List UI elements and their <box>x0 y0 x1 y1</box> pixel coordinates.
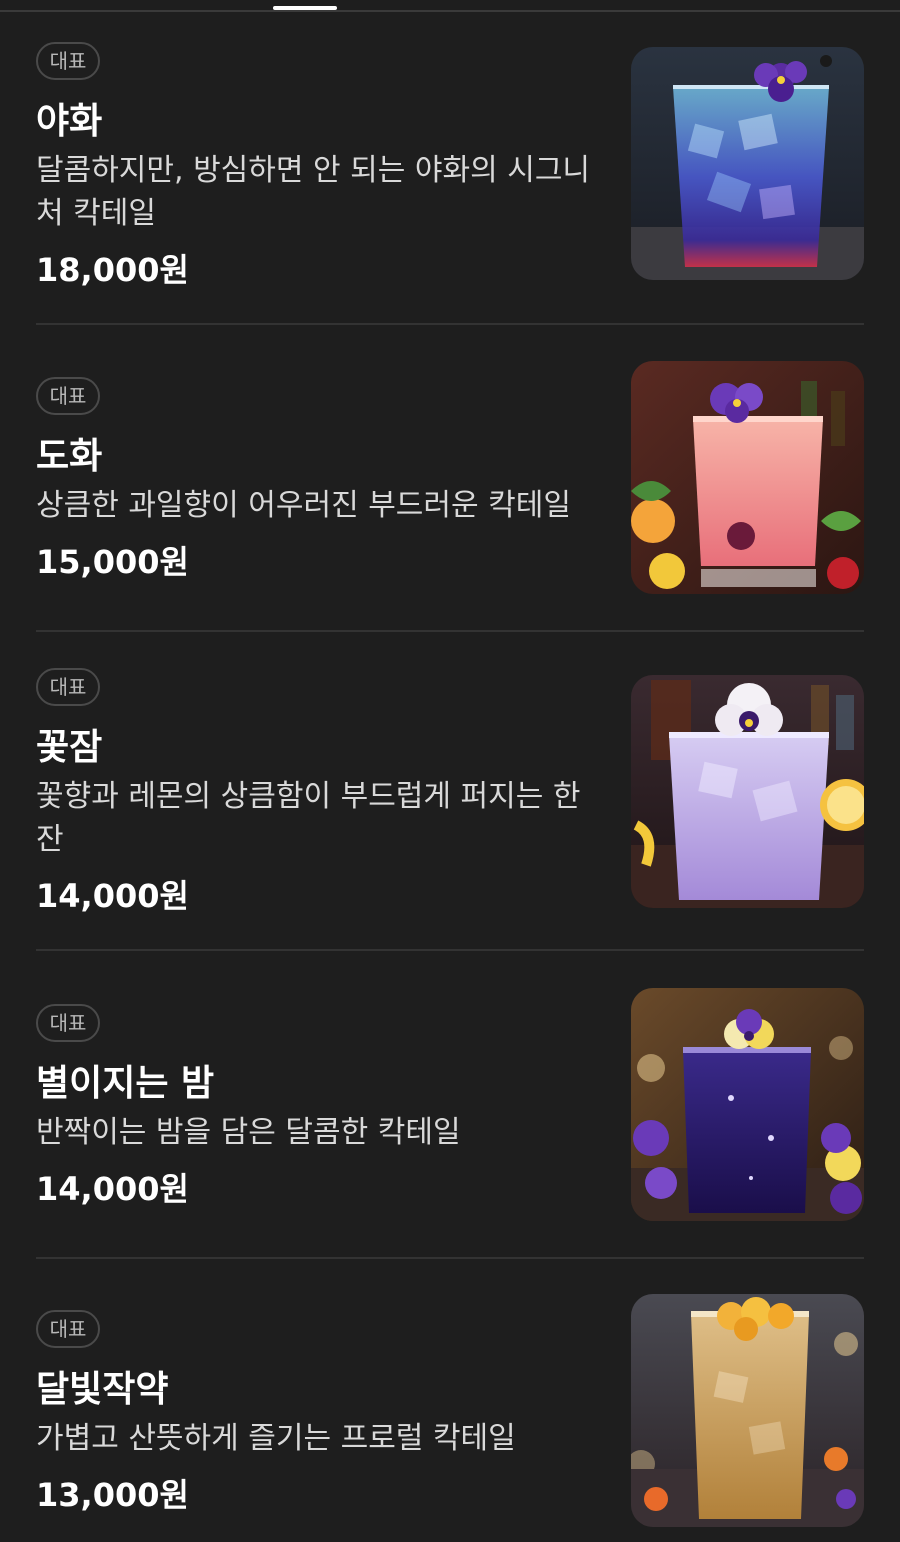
menu-item-description: 달콤하지만, 방심하면 안 되는 야화의 시그니처 칵테일 <box>36 153 591 231</box>
blue-cocktail-image <box>631 47 864 280</box>
signature-badge: 대표 <box>36 1310 100 1348</box>
divider <box>36 323 864 325</box>
purple-cocktail-image <box>631 988 864 1221</box>
menu-item-price: 13,000원 <box>36 1476 189 1514</box>
menu-item-price: 15,000원 <box>36 543 189 581</box>
signature-badge: 대표 <box>36 42 100 80</box>
menu-page: 대표 야화 달콤하지만, 방심하면 안 되는 야화의 시그니처 칵테일 18,0… <box>0 0 900 1542</box>
menu-item-description: 가볍고 산뜻하게 즐기는 프로럴 칵테일 <box>36 1421 516 1456</box>
menu-item-name: 도화 <box>36 436 103 477</box>
menu-item[interactable]: 대표 도화 상큼한 과일향이 어우러진 부드러운 칵테일 15,000원 <box>36 361 864 617</box>
menu-item-name: 달빛작약 <box>36 1369 169 1410</box>
menu-item-description: 반짝이는 밤을 담은 달콤한 칵테일 <box>36 1115 461 1150</box>
menu-item-price: 14,000원 <box>36 1170 189 1208</box>
signature-badge: 대표 <box>36 1004 100 1042</box>
divider <box>36 949 864 951</box>
menu-item-description: 꽃향과 레몬의 상큼함이 부드럽게 퍼지는 한 잔 <box>36 779 581 857</box>
divider <box>36 630 864 632</box>
menu-item[interactable]: 대표 달빛작약 가볍고 산뜻하게 즐기는 프로럴 칵테일 13,000원 <box>36 1294 864 1542</box>
amber-cocktail-image <box>631 1294 864 1527</box>
menu-item[interactable]: 대표 꽃잠 꽃향과 레몬의 상큼함이 부드럽게 퍼지는 한 잔 14,000원 <box>36 668 864 928</box>
menu-item-price: 18,000원 <box>36 251 189 289</box>
menu-item-description: 상큼한 과일향이 어우러진 부드러운 칵테일 <box>36 488 571 523</box>
menu-item[interactable]: 대표 별이지는 밤 반짝이는 밤을 담은 달콤한 칵테일 14,000원 <box>36 988 864 1244</box>
pink-cocktail-image <box>631 361 864 594</box>
tab-bar-divider <box>0 10 900 12</box>
menu-item[interactable]: 대표 야화 달콤하지만, 방심하면 안 되는 야화의 시그니처 칵테일 18,0… <box>36 42 864 289</box>
active-tab-indicator <box>273 6 337 10</box>
divider <box>36 1257 864 1259</box>
menu-item-price: 14,000원 <box>36 877 189 915</box>
menu-item-name: 별이지는 밤 <box>36 1063 215 1104</box>
signature-badge: 대표 <box>36 668 100 706</box>
signature-badge: 대표 <box>36 377 100 415</box>
menu-item-name: 야화 <box>36 101 103 142</box>
menu-item-name: 꽃잠 <box>36 727 103 768</box>
lavender-cocktail-image <box>631 675 864 908</box>
